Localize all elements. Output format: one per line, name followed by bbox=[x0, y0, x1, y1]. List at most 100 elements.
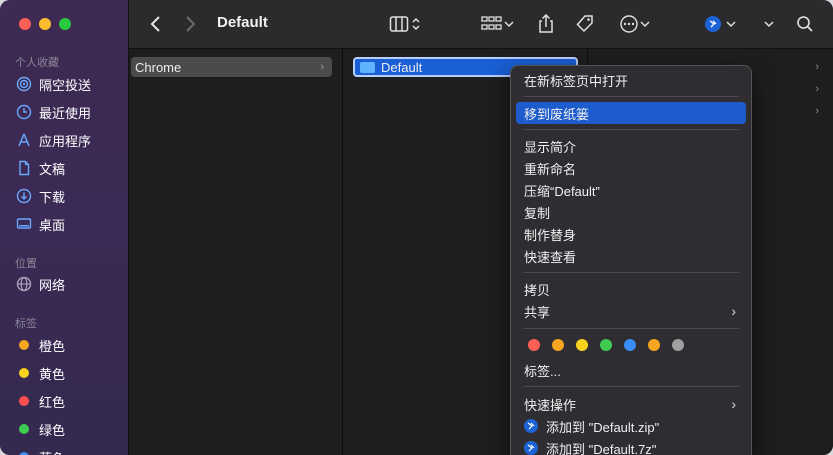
extension-button[interactable] bbox=[705, 13, 737, 35]
group-button[interactable] bbox=[481, 13, 515, 35]
sidebar-item-label: 绿色 bbox=[39, 422, 66, 438]
chevron-right-icon: › bbox=[731, 303, 736, 319]
menu-tags[interactable]: 标签... bbox=[516, 359, 746, 381]
sidebar-item-label: 最近使用 bbox=[39, 105, 92, 121]
menu-get-info[interactable]: 显示简介 bbox=[516, 135, 746, 157]
list-item-label: Default bbox=[381, 59, 423, 75]
grid-icon bbox=[481, 16, 502, 30]
airdrop-icon bbox=[16, 76, 32, 92]
sidebar-tag-yellow[interactable]: 黄色 bbox=[16, 362, 65, 384]
download-icon bbox=[16, 188, 32, 204]
tag-purple-dot[interactable] bbox=[648, 339, 660, 351]
action-button[interactable] bbox=[619, 13, 651, 35]
menu-separator bbox=[523, 272, 739, 273]
chevron-right-icon: › bbox=[320, 61, 324, 73]
menu-move-to-trash[interactable]: 移到废纸篓 bbox=[516, 102, 746, 124]
menu-copy[interactable]: 拷贝 bbox=[516, 278, 746, 300]
tag-red-dot[interactable] bbox=[528, 339, 540, 351]
tag-color-dot bbox=[19, 368, 29, 378]
list-item-chrome[interactable]: Chrome › bbox=[131, 57, 332, 77]
tag-button[interactable] bbox=[575, 13, 595, 35]
folder-icon bbox=[360, 61, 375, 73]
share-button[interactable] bbox=[537, 13, 555, 35]
sidebar-item-recents[interactable]: 最近使用 bbox=[16, 101, 91, 123]
chevron-down-icon bbox=[764, 21, 774, 28]
forward-button[interactable] bbox=[183, 13, 197, 35]
sidebar-item-label: 蓝色 bbox=[39, 448, 65, 455]
view-mode-button[interactable] bbox=[389, 13, 421, 35]
sidebar-item-applications[interactable]: 应用程序 bbox=[16, 129, 91, 151]
menu-item-label: 共享 bbox=[524, 304, 551, 320]
sidebar-tag-blue[interactable]: 蓝色 bbox=[16, 446, 65, 455]
menu-add-zip[interactable]: 添加到 "Default.zip" bbox=[516, 415, 746, 437]
search-icon bbox=[797, 16, 813, 32]
applications-icon bbox=[16, 132, 32, 148]
sidebar-item-label: 文稿 bbox=[39, 161, 66, 177]
menu-item-label: 快速操作 bbox=[524, 397, 577, 413]
menu-quick-look[interactable]: 快速查看 bbox=[516, 245, 746, 267]
sidebar-item-desktop[interactable]: 桌面 bbox=[16, 213, 65, 235]
tag-yellow-dot[interactable] bbox=[576, 339, 588, 351]
extension-icon bbox=[705, 16, 721, 32]
sidebar-tag-green[interactable]: 绿色 bbox=[16, 418, 65, 440]
list-item-label: Chrome bbox=[135, 59, 182, 75]
more-icon bbox=[620, 15, 638, 33]
sidebar-item-network[interactable]: 网络 bbox=[16, 273, 65, 295]
clock-icon bbox=[16, 104, 32, 120]
archive-app-icon bbox=[524, 419, 538, 433]
tag-gray-dot[interactable] bbox=[672, 339, 684, 351]
network-icon bbox=[16, 276, 32, 292]
menu-make-alias[interactable]: 制作替身 bbox=[516, 223, 746, 245]
context-menu: 在新标签页中打开 移到废纸篓 显示简介 重新命名 压缩“Default” 复制 … bbox=[510, 65, 752, 455]
search-button[interactable] bbox=[796, 13, 814, 35]
back-button[interactable] bbox=[149, 13, 163, 35]
chevron-down-icon bbox=[504, 21, 514, 28]
menu-duplicate[interactable]: 复制 bbox=[516, 201, 746, 223]
tag-green-dot[interactable] bbox=[600, 339, 612, 351]
chevron-right-icon bbox=[186, 16, 196, 32]
chevron-left-icon bbox=[150, 16, 160, 32]
tag-blue-dot[interactable] bbox=[624, 339, 636, 351]
chevron-right-icon: › bbox=[815, 61, 819, 73]
toolbar: Default bbox=[129, 0, 833, 49]
window-title: Default bbox=[217, 14, 268, 31]
menu-compress[interactable]: 压缩“Default” bbox=[516, 179, 746, 201]
sidebar-item-label: 黄色 bbox=[39, 366, 66, 382]
tag-orange-dot[interactable] bbox=[552, 339, 564, 351]
more-toolbar-button[interactable] bbox=[763, 13, 775, 35]
menu-add-7z[interactable]: 添加到 "Default.7z" bbox=[516, 437, 746, 455]
chevron-updown-icon bbox=[412, 17, 420, 31]
zoom-window-button[interactable] bbox=[59, 18, 71, 30]
column-1: Chrome › bbox=[129, 49, 343, 455]
menu-item-label: 添加到 "Default.7z" bbox=[546, 441, 657, 455]
chevron-right-icon: › bbox=[815, 105, 819, 117]
tag-color-dot bbox=[19, 340, 29, 350]
sidebar-item-label: 下载 bbox=[39, 189, 66, 205]
sidebar-tag-orange[interactable]: 橙色 bbox=[16, 334, 65, 356]
share-icon bbox=[539, 14, 553, 33]
favorites-header: 个人收藏 bbox=[15, 57, 59, 69]
document-icon bbox=[16, 160, 32, 176]
sidebar-item-documents[interactable]: 文稿 bbox=[16, 157, 65, 179]
sidebar-tag-red[interactable]: 红色 bbox=[16, 390, 65, 412]
menu-quick-actions[interactable]: 快速操作 › bbox=[516, 393, 746, 415]
sidebar-item-label: 隔空投送 bbox=[39, 77, 92, 93]
sidebar-item-label: 应用程序 bbox=[39, 133, 92, 149]
menu-rename[interactable]: 重新命名 bbox=[516, 157, 746, 179]
tag-icon bbox=[576, 15, 593, 33]
sidebar-item-label: 橙色 bbox=[39, 338, 66, 354]
tag-color-dot bbox=[19, 424, 29, 434]
finder-window: 个人收藏 隔空投送 最近使用 应用程序 文稿 下载 桌面 位置 网络 标签 橙色… bbox=[0, 0, 833, 455]
sidebar-item-downloads[interactable]: 下载 bbox=[16, 185, 65, 207]
menu-share[interactable]: 共享 › bbox=[516, 300, 746, 322]
minimize-window-button[interactable] bbox=[39, 18, 51, 30]
menu-open-in-new-tab[interactable]: 在新标签页中打开 bbox=[516, 69, 746, 91]
tags-header: 标签 bbox=[15, 318, 37, 330]
chevron-right-icon: › bbox=[731, 396, 736, 412]
menu-separator bbox=[523, 129, 739, 130]
locations-header: 位置 bbox=[15, 258, 37, 270]
desktop-icon bbox=[16, 216, 32, 232]
sidebar-item-airdrop[interactable]: 隔空投送 bbox=[16, 73, 91, 95]
menu-separator bbox=[523, 96, 739, 97]
close-window-button[interactable] bbox=[19, 18, 31, 30]
